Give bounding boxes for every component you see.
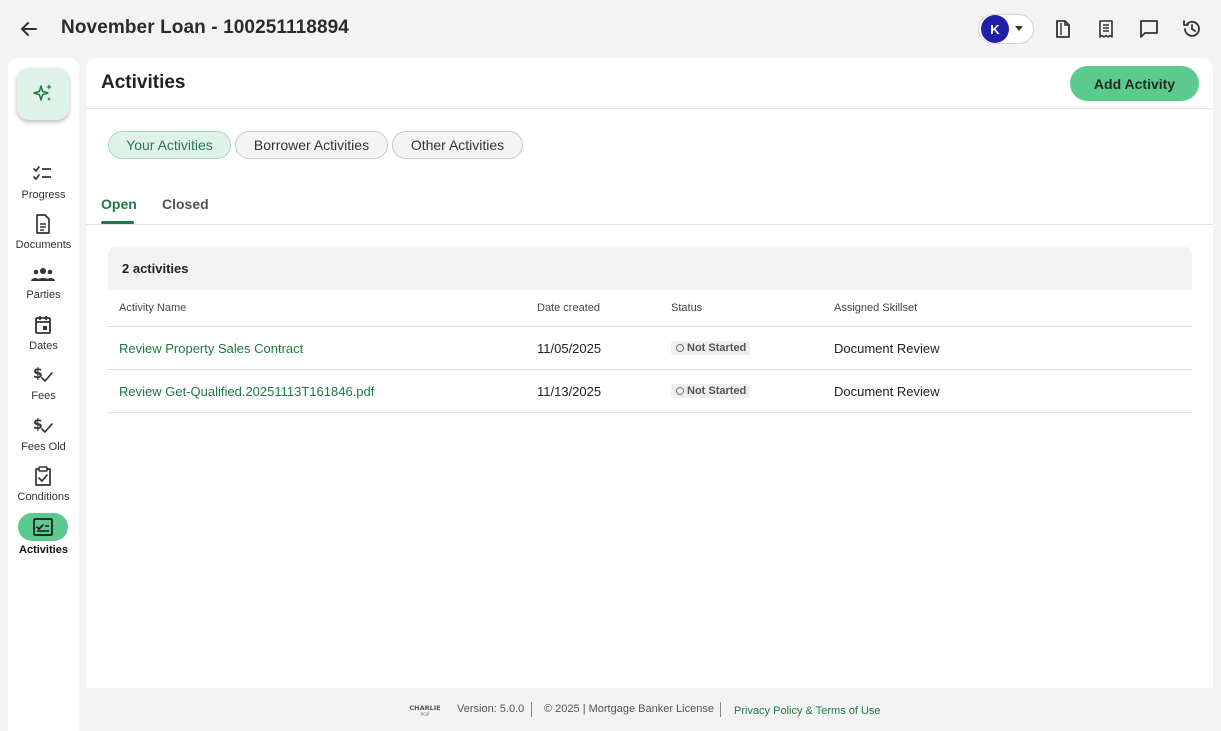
section-title: Activities bbox=[101, 72, 186, 93]
sidebar-item-dates[interactable]: Dates bbox=[8, 314, 79, 364]
table-count-bar: 2 activities bbox=[108, 247, 1192, 290]
sidebar-item-label: Parties bbox=[26, 289, 61, 301]
sidebar-item-fees[interactable]: $ Fees bbox=[8, 364, 79, 414]
sidebar-item-progress[interactable]: Progress bbox=[8, 163, 79, 213]
dollar-check-icon: $ bbox=[30, 364, 56, 386]
sidebar-item-conditions[interactable]: Conditions bbox=[8, 465, 79, 515]
status-text: Not Started bbox=[687, 385, 747, 397]
license-text: © 2025 | Mortgage Banker License bbox=[544, 703, 714, 715]
dollar-check-icon: $ bbox=[30, 415, 56, 437]
status-badge: Not Started bbox=[671, 384, 751, 398]
main-header: Activities Add Activity bbox=[86, 58, 1213, 109]
sidebar: Progress Documents Parties Dates $ Fees … bbox=[8, 58, 79, 731]
chat-icon bbox=[1140, 20, 1158, 38]
people-icon bbox=[30, 263, 56, 285]
footer: CHARLIE POP Version: 5.0.0 © 2025 | Mort… bbox=[86, 688, 1213, 731]
assigned-skillset: Document Review bbox=[834, 384, 940, 399]
user-menu[interactable]: K bbox=[978, 14, 1034, 44]
ai-assistant-button[interactable] bbox=[17, 68, 69, 120]
sidebar-item-fees-old[interactable]: $ Fees Old bbox=[8, 415, 79, 465]
divider bbox=[86, 224, 1213, 225]
file-icon-button[interactable] bbox=[1051, 17, 1075, 41]
clipboard-check-icon bbox=[30, 465, 56, 487]
column-header-date-created: Date created bbox=[537, 302, 600, 314]
company-logo: CHARLIE POP bbox=[409, 704, 440, 718]
activity-count: 2 activities bbox=[122, 261, 189, 276]
activity-check-icon bbox=[18, 513, 68, 541]
sidebar-item-label: Fees Old bbox=[21, 441, 66, 453]
history-icon-button[interactable] bbox=[1180, 17, 1204, 41]
sidebar-item-label: Activities bbox=[19, 544, 68, 556]
sidebar-item-activities[interactable]: Activities bbox=[8, 513, 79, 565]
document-icon bbox=[30, 213, 56, 235]
page-title: November Loan - 100251118894 bbox=[61, 17, 349, 38]
divider bbox=[720, 702, 721, 717]
sparkle-icon bbox=[33, 84, 52, 101]
file-icon bbox=[1056, 20, 1070, 38]
date-created: 11/13/2025 bbox=[537, 384, 602, 399]
checklist-icon bbox=[30, 163, 56, 185]
sidebar-item-label: Progress bbox=[21, 189, 66, 201]
status-badge: Not Started bbox=[671, 341, 751, 355]
circle-icon bbox=[676, 387, 684, 395]
chip-your-activities[interactable]: Your Activities bbox=[108, 131, 231, 159]
column-header-status: Status bbox=[671, 302, 703, 314]
receipt-icon bbox=[1099, 20, 1113, 38]
svg-text:$: $ bbox=[33, 366, 43, 382]
sidebar-item-parties[interactable]: Parties bbox=[8, 263, 79, 313]
tab-closed[interactable]: Closed bbox=[162, 196, 209, 212]
chevron-down-icon bbox=[1015, 26, 1023, 31]
sidebar-item-label: Fees bbox=[31, 390, 56, 402]
sidebar-item-label: Documents bbox=[15, 239, 72, 251]
sidebar-item-label: Dates bbox=[29, 340, 58, 352]
main-panel: Activities Add Activity Your Activities … bbox=[86, 58, 1213, 688]
svg-text:CHARLIE: CHARLIE bbox=[409, 704, 440, 712]
history-icon bbox=[1183, 20, 1200, 37]
table-row: Review Property Sales Contract 11/05/202… bbox=[108, 327, 1192, 370]
table-row: Review Get-Qualified.20251113T161846.pdf… bbox=[108, 370, 1192, 413]
receipt-icon-button[interactable] bbox=[1094, 17, 1118, 41]
svg-text:$: $ bbox=[33, 417, 43, 433]
date-created: 11/05/2025 bbox=[537, 341, 602, 356]
avatar: K bbox=[981, 15, 1009, 43]
circle-icon bbox=[676, 344, 684, 352]
column-header-activity-name: Activity Name bbox=[119, 302, 187, 314]
activity-name-link[interactable]: Review Get-Qualified.20251113T161846.pdf bbox=[119, 384, 374, 399]
activity-name-link[interactable]: Review Property Sales Contract bbox=[119, 341, 303, 356]
sidebar-item-documents[interactable]: Documents bbox=[8, 213, 79, 263]
column-header-assigned-skillset: Assigned Skillset bbox=[834, 302, 918, 314]
status-text: Not Started bbox=[687, 342, 747, 354]
sidebar-item-label: Conditions bbox=[17, 491, 70, 503]
top-bar: November Loan - 100251118894 K bbox=[0, 0, 1221, 58]
tab-open[interactable]: Open bbox=[101, 196, 137, 212]
arrow-left-icon bbox=[21, 22, 37, 36]
back-button[interactable] bbox=[16, 16, 42, 42]
svg-text:POP: POP bbox=[421, 712, 430, 718]
divider bbox=[531, 702, 532, 717]
version-text: Version: 5.0.0 bbox=[457, 703, 525, 715]
privacy-policy-link[interactable]: Privacy Policy & Terms of Use bbox=[734, 705, 881, 717]
add-activity-button[interactable]: Add Activity bbox=[1070, 66, 1199, 101]
chip-other-activities[interactable]: Other Activities bbox=[392, 131, 523, 159]
assigned-skillset: Document Review bbox=[834, 341, 940, 356]
calendar-icon bbox=[30, 314, 56, 336]
chat-icon-button[interactable] bbox=[1137, 17, 1161, 41]
chip-borrower-activities[interactable]: Borrower Activities bbox=[235, 131, 388, 159]
